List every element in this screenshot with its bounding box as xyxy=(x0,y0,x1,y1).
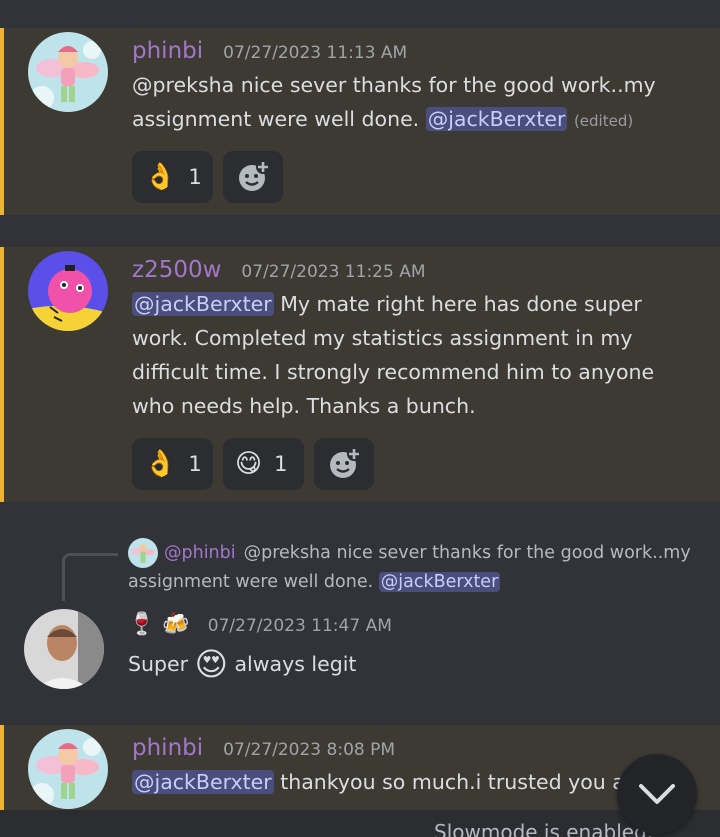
username-emoji[interactable]: 🍷 🍻 xyxy=(128,612,190,637)
mention[interactable]: @jackBerxter xyxy=(132,770,274,794)
reply-username[interactable]: @phinbi xyxy=(164,543,236,563)
reaction-ok-hand[interactable]: 👌 1 xyxy=(132,151,213,203)
add-reaction-icon xyxy=(239,160,270,191)
avatar-z2500w[interactable] xyxy=(28,251,108,331)
mention[interactable]: @jackBerxter xyxy=(425,107,568,131)
ok-hand-emoji: 👌 xyxy=(144,162,177,192)
reaction-yum[interactable]: 😋 1 xyxy=(223,438,304,490)
reactions: 👌 1 xyxy=(132,151,283,203)
reactions: 👌 1 😋 1 xyxy=(132,438,374,490)
message-phinbi-1[interactable]: phinbi 07/27/2023 11:13 AM @preksha nice… xyxy=(0,28,720,215)
add-reaction-icon xyxy=(330,447,361,478)
message-text: thankyou so much.i trusted you and xyxy=(280,770,651,794)
avatar-phinbi[interactable] xyxy=(28,32,108,112)
reaction-count: 1 xyxy=(188,165,202,189)
message-content: @preksha nice sever thanks for the good … xyxy=(132,68,702,138)
jump-to-bottom-button[interactable] xyxy=(617,754,697,834)
message-z2500w[interactable]: z2500w 07/27/2023 11:25 AM @jackBerxter … xyxy=(0,247,720,502)
timestamp: 07/27/2023 11:47 AM xyxy=(207,616,392,636)
mention[interactable]: @jackBerxter xyxy=(132,292,274,316)
username[interactable]: phinbi xyxy=(132,38,203,64)
reply-connector xyxy=(62,553,118,601)
message-text: always legit xyxy=(234,652,357,676)
reaction-count: 1 xyxy=(188,452,202,476)
slowmode-notice: Slowmode is enabled. xyxy=(434,820,654,837)
reply-preview[interactable]: @phinbi @preksha nice sever thanks for th… xyxy=(128,538,708,596)
message-text: Super xyxy=(128,652,189,676)
timestamp: 07/27/2023 11:13 AM xyxy=(223,43,408,63)
heart-eyes-emoji: 😍 xyxy=(194,645,228,683)
chat-view: phinbi 07/27/2023 11:13 AM @preksha nice… xyxy=(0,0,720,837)
avatar-phinbi[interactable] xyxy=(28,729,108,809)
timestamp: 07/27/2023 8:08 PM xyxy=(223,740,396,760)
chevron-down-icon xyxy=(639,784,675,804)
message-content: @jackBerxter My mate right here has done… xyxy=(132,287,702,423)
yum-emoji: 😋 xyxy=(235,449,263,479)
reaction-ok-hand[interactable]: 👌 1 xyxy=(132,438,213,490)
message-content: Super 😍 always legit xyxy=(128,647,702,681)
timestamp: 07/27/2023 11:25 AM xyxy=(241,262,426,282)
avatar-user[interactable] xyxy=(24,609,104,689)
add-reaction-button[interactable] xyxy=(223,151,283,203)
message-reply[interactable]: 🍷 🍻 07/27/2023 11:47 AM Super 😍 always l… xyxy=(0,600,720,700)
add-reaction-button[interactable] xyxy=(314,438,374,490)
username[interactable]: phinbi xyxy=(132,735,203,761)
reaction-count: 1 xyxy=(274,452,288,476)
ok-hand-emoji: 👌 xyxy=(144,449,177,479)
edited-label: (edited) xyxy=(573,112,634,130)
username[interactable]: z2500w xyxy=(132,257,221,283)
reply-avatar xyxy=(128,538,158,568)
mention[interactable]: @jackBerxter xyxy=(378,572,501,592)
